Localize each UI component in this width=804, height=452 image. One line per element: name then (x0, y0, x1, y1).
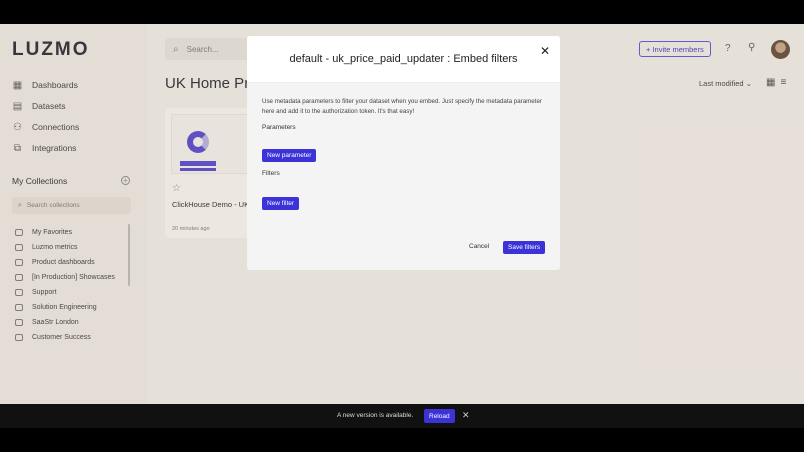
parameters-label: Parameters (262, 124, 296, 131)
app-window: LUZMO ▦ Dashboards ▤ Datasets ⚇ Connecti… (0, 24, 804, 404)
toast-message: A new version is available. (337, 412, 414, 419)
close-icon[interactable]: ✕ (540, 44, 550, 58)
reload-button[interactable]: Reload (424, 409, 455, 423)
cancel-button[interactable]: Cancel (469, 243, 489, 250)
modal-body: Use metadata parameters to filter your d… (247, 83, 560, 270)
new-parameter-button[interactable]: New parameter (262, 149, 317, 162)
filters-label: Filters (262, 170, 280, 177)
close-icon[interactable]: ✕ (462, 410, 470, 421)
modal-title: default - uk_price_paid_updater : Embed … (289, 53, 518, 65)
modal-header: default - uk_price_paid_updater : Embed … (247, 36, 560, 83)
new-filter-button[interactable]: New filter (262, 197, 300, 210)
update-toast: A new version is available. Reload ✕ (0, 404, 804, 428)
save-filters-button[interactable]: Save filters (503, 241, 546, 254)
embed-filters-modal: default - uk_price_paid_updater : Embed … (247, 36, 560, 270)
modal-description: Use metadata parameters to filter your d… (262, 98, 542, 115)
